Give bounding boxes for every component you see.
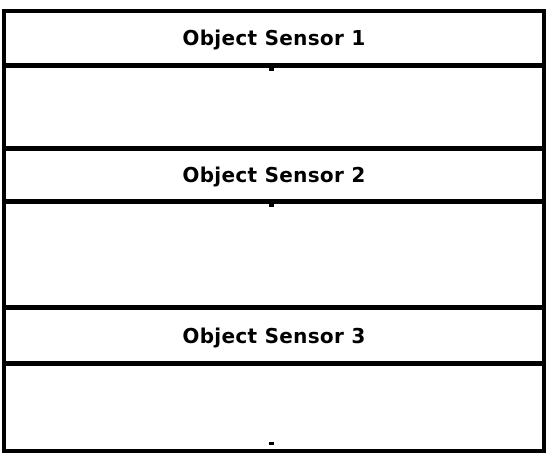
section-body-object-sensor-3 [6, 366, 542, 449]
section-header-object-sensor-3: Object Sensor 3 [6, 310, 542, 361]
section-body-object-sensor-1 [6, 68, 542, 146]
bottom-notch [269, 442, 274, 445]
section-title: Object Sensor 3 [182, 323, 366, 348]
section-header-object-sensor-1: Object Sensor 1 [6, 13, 542, 63]
section-header-object-sensor-2: Object Sensor 2 [6, 151, 542, 199]
section-body-object-sensor-2 [6, 204, 542, 305]
section-title: Object Sensor 1 [182, 26, 366, 50]
sensor-table-frame: Object Sensor 1 Object Sensor 2 Object S… [2, 9, 546, 453]
section-title: Object Sensor 2 [182, 163, 366, 187]
